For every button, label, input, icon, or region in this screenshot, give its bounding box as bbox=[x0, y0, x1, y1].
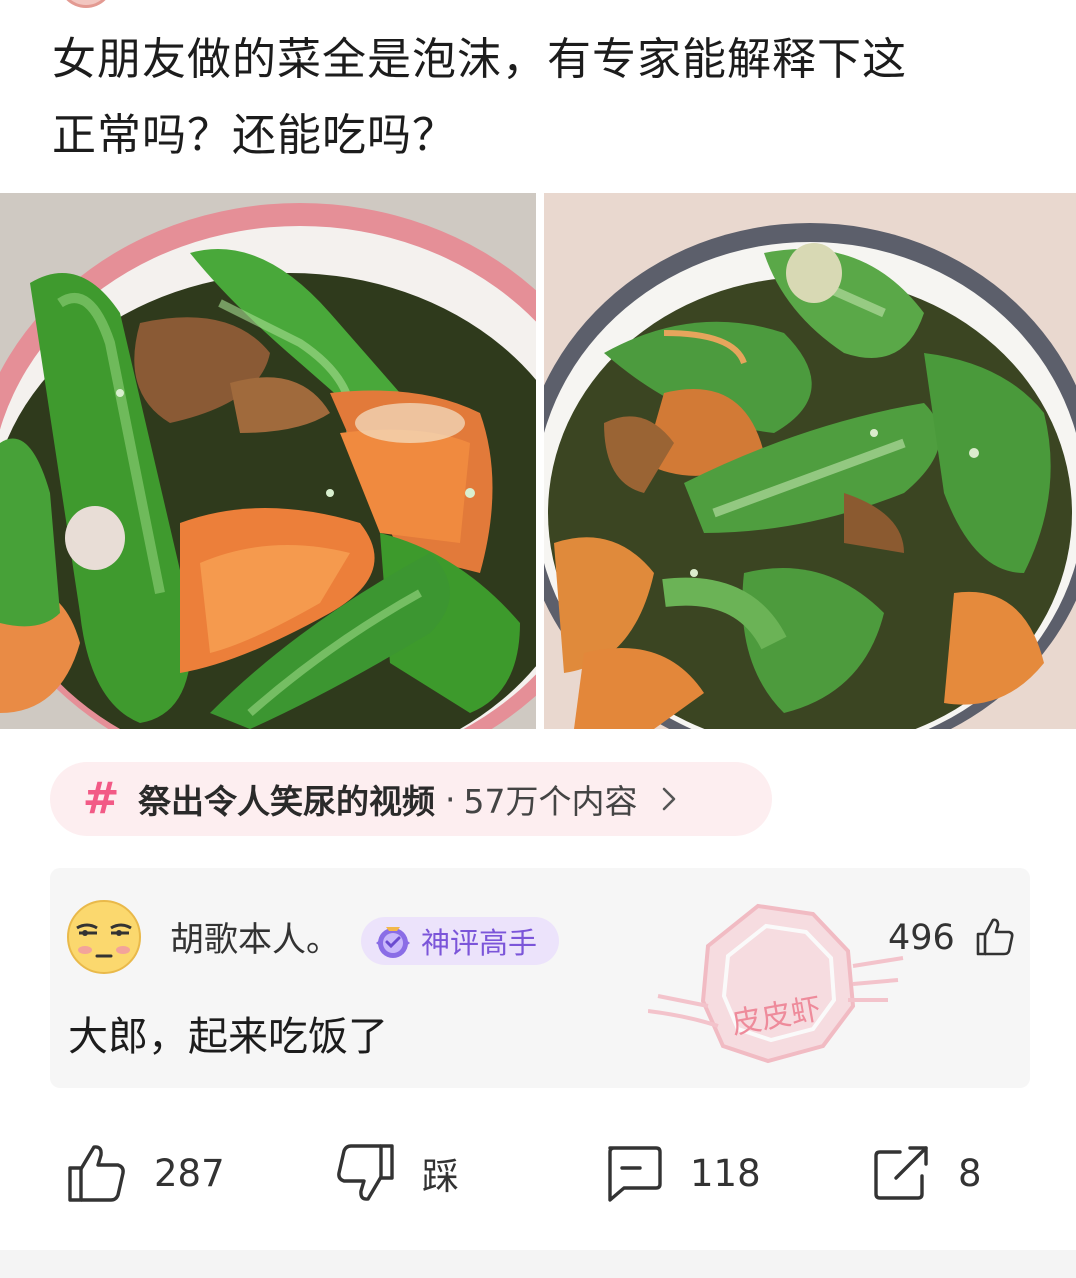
thumbs-up-icon bbox=[68, 1145, 125, 1202]
food-photo-right bbox=[544, 193, 1076, 729]
commenter-username[interactable]: 胡歌本人。 bbox=[170, 912, 340, 961]
app-watermark: 皮皮虾 bbox=[648, 903, 904, 1064]
topic-tag[interactable]: # 祭出令人笑尿的视频 · 57万个内容 bbox=[50, 762, 772, 836]
commenter-avatar[interactable] bbox=[65, 898, 143, 976]
topic-name: 祭出令人笑尿的视频 bbox=[138, 782, 435, 821]
post-action-bar: 287 踩 118 8 bbox=[0, 1130, 1076, 1220]
comment-button[interactable]: 118 bbox=[602, 1142, 761, 1204]
dislike-label: 踩 bbox=[422, 1155, 459, 1198]
god-comment-badge: 神评高手 bbox=[361, 917, 559, 965]
post-title-line-2: 正常吗？还能吃吗？ bbox=[52, 110, 457, 161]
topic-count: 57万个内容 bbox=[463, 782, 638, 821]
post-title: 女朋友做的菜全是泡沫，有专家能解释下这 正常吗？还能吃吗？ bbox=[52, 22, 1042, 174]
like-button[interactable]: 287 bbox=[66, 1142, 225, 1204]
like-count: 287 bbox=[154, 1151, 225, 1195]
poster-avatar[interactable] bbox=[58, 0, 114, 8]
bottom-divider bbox=[0, 1250, 1076, 1278]
post-photo-right[interactable] bbox=[544, 193, 1076, 729]
badge-icon bbox=[376, 927, 410, 958]
thumbs-down-icon bbox=[337, 1144, 394, 1201]
comment-text: 大郎，起来吃饭了 bbox=[68, 1014, 388, 1060]
thumbs-up-icon[interactable] bbox=[974, 916, 1016, 958]
comment-icon bbox=[608, 1146, 662, 1202]
badge-label: 神评高手 bbox=[421, 926, 538, 960]
chevron-right-icon bbox=[662, 787, 675, 811]
post-photo-left[interactable] bbox=[0, 193, 536, 729]
share-button[interactable]: 8 bbox=[870, 1142, 982, 1204]
hashtag-icon: # bbox=[82, 773, 120, 824]
share-count: 8 bbox=[958, 1151, 982, 1195]
comment-count: 118 bbox=[690, 1151, 761, 1195]
food-photo-left bbox=[0, 193, 536, 729]
post-title-line-1: 女朋友做的菜全是泡沫，有专家能解释下这 bbox=[52, 34, 907, 85]
share-icon bbox=[874, 1146, 928, 1200]
topic-separator: · bbox=[445, 779, 456, 819]
dislike-button[interactable]: 踩 bbox=[334, 1142, 459, 1204]
